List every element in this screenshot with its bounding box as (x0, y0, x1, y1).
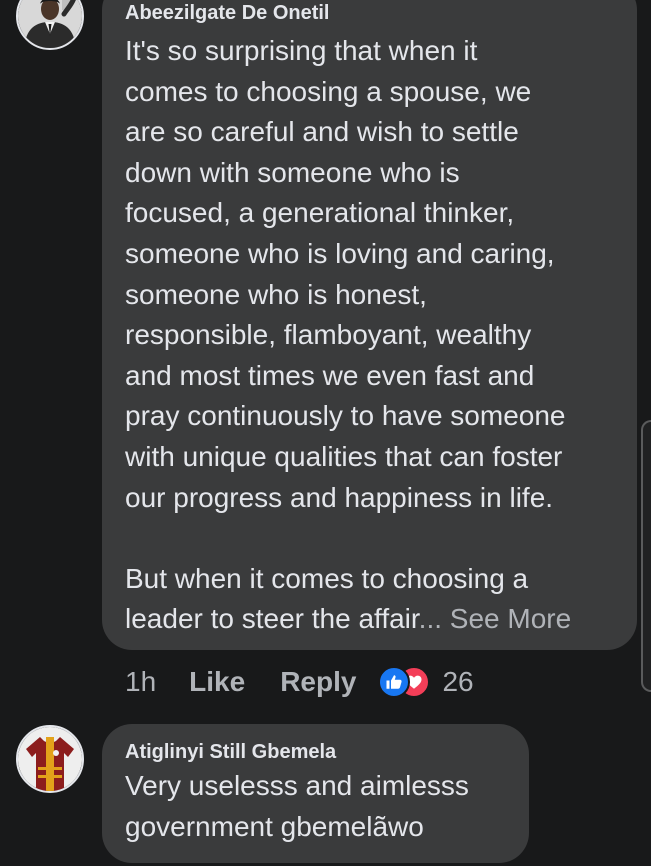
reaction-count[interactable]: 26 (442, 666, 473, 698)
commenter-avatar[interactable] (16, 0, 84, 50)
like-button[interactable]: Like (189, 666, 245, 698)
comment-timestamp[interactable]: 1h (125, 666, 156, 698)
reply-button[interactable]: Reply (280, 666, 356, 698)
reactions-summary[interactable] (378, 666, 431, 698)
person-avatar-icon (18, 0, 82, 48)
see-more-link[interactable]: ... See More (419, 603, 572, 634)
scrollbar-thumb[interactable] (641, 420, 651, 692)
comments-thread: Abeezilgate De Onetil It's so surprising… (0, 0, 651, 866)
comment-author[interactable]: Atiglinyi Still Gbemela (125, 740, 507, 764)
comment-text: Very uselesss and aimlesss government gb… (125, 770, 469, 842)
comment-bubble: Abeezilgate De Onetil It's so surprising… (102, 0, 637, 650)
jersey-avatar-icon (18, 727, 82, 791)
comment-body: It's so surprising that when it comes to… (125, 35, 566, 635)
comment-text: It's so surprising that when it comes to… (125, 31, 615, 640)
commenter-avatar[interactable] (16, 725, 84, 793)
comment-bubble: Atiglinyi Still Gbemela Very uselesss an… (102, 724, 529, 863)
comment-actions: 1h Like Reply 26 (125, 660, 474, 704)
comment-author[interactable]: Abeezilgate De Onetil (125, 1, 615, 25)
